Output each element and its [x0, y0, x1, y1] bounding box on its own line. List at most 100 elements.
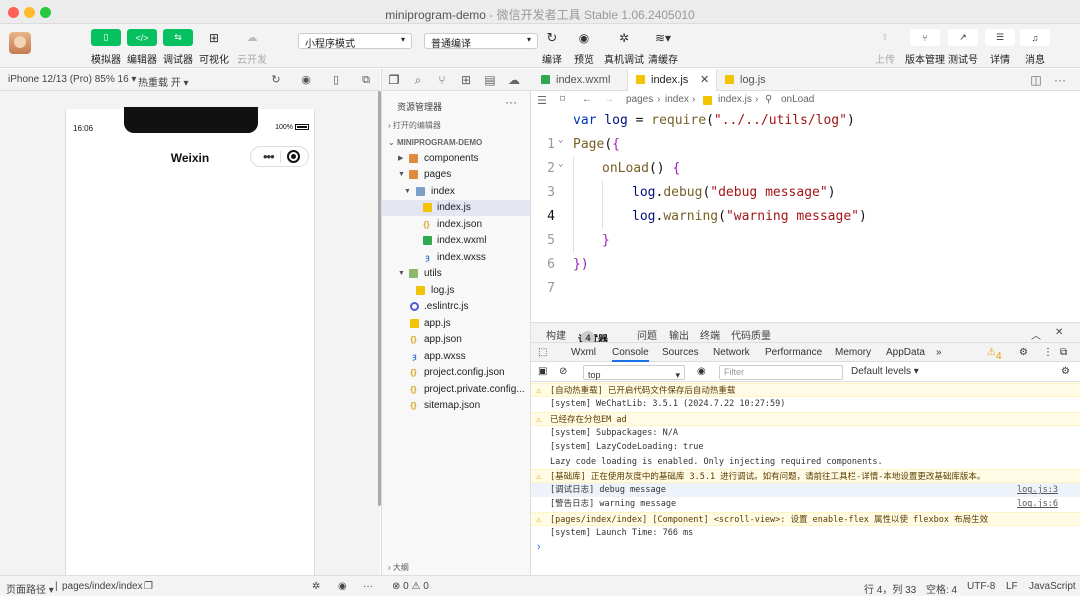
cursor-position[interactable]: 行 4，列 33: [864, 581, 916, 596]
chevron-down-icon[interactable]: ⌄: [558, 128, 563, 152]
clear-cache-button[interactable]: ≋▾ 清缓存: [648, 29, 678, 67]
close-icon[interactable]: ✕: [1055, 327, 1063, 338]
project-section[interactable]: ⌄ MINIPROGRAM-DEMO: [382, 135, 530, 151]
context-select[interactable]: top ▾: [583, 365, 685, 380]
tree-item-index-folder[interactable]: ▼ index: [382, 184, 530, 200]
tab-index-wxml[interactable]: index.wxml: [531, 69, 627, 91]
tree-item-app-js[interactable]: app.js: [382, 316, 530, 332]
problems-count[interactable]: ⊗ 0 ⚠ 0: [392, 581, 429, 592]
more-icon[interactable]: ···: [1053, 73, 1067, 87]
eye-icon[interactable]: ◉: [697, 366, 706, 377]
mode-select[interactable]: 小程序模式 ▾: [298, 33, 412, 50]
tab-code-quality[interactable]: 代码质量: [731, 327, 771, 342]
tab-output[interactable]: 输出: [669, 327, 689, 342]
tree-item-eslintrc[interactable]: .eslintrc.js: [382, 299, 530, 315]
back-arrow-icon[interactable]: ←: [582, 94, 592, 105]
tree-item-sitemap[interactable]: {} sitemap.json: [382, 398, 530, 414]
filter-input[interactable]: Filter: [719, 365, 843, 380]
more-tabs-button[interactable]: »: [936, 347, 942, 358]
tab-sources[interactable]: Sources: [662, 347, 699, 358]
outline-section[interactable]: › 大纲: [381, 562, 531, 575]
levels-select[interactable]: Default levels ▾: [851, 366, 919, 377]
compile-select[interactable]: 普通编译 ▾: [424, 33, 538, 50]
split-editor-icon[interactable]: ◫: [1029, 73, 1043, 87]
remote-debug-button[interactable]: ✲ 真机调试: [604, 29, 644, 67]
tree-item-index-wxss[interactable]: ȝ index.wxss: [382, 250, 530, 266]
more-icon[interactable]: •••: [263, 149, 275, 164]
close-icon[interactable]: ✕: [700, 69, 709, 91]
page-path-label[interactable]: 页面路径 ▾: [6, 581, 54, 596]
source-control-icon[interactable]: ⑂: [435, 73, 449, 87]
tree-item-index-wxml[interactable]: index.wxml: [382, 233, 530, 249]
phone-icon[interactable]: ▯: [330, 74, 342, 86]
breadcrumb-pages[interactable]: pages: [626, 94, 653, 105]
console-prompt[interactable]: ›: [537, 541, 541, 553]
debugger-button[interactable]: ⇆ 调试器: [163, 29, 193, 66]
cloud-icon[interactable]: ☁: [507, 73, 521, 87]
avatar[interactable]: [9, 32, 31, 54]
tree-item-index-json[interactable]: {} index.json: [382, 217, 530, 233]
tab-console[interactable]: Console: [612, 347, 649, 362]
forward-arrow-icon[interactable]: →: [604, 94, 614, 105]
messages-button[interactable]: ♫ 消息: [1020, 29, 1050, 66]
files-icon[interactable]: ❐: [387, 73, 401, 87]
compile-button[interactable]: ↻ 编译: [540, 29, 564, 67]
device-select[interactable]: iPhone 12/13 (Pro) 85% 16 ▾: [8, 74, 136, 85]
tab-appdata[interactable]: AppData: [886, 347, 925, 358]
stop-icon[interactable]: ◉: [300, 74, 312, 86]
details-button[interactable]: ☰ 详情: [985, 29, 1015, 66]
bug-icon[interactable]: ✲: [312, 581, 320, 592]
dock-icon[interactable]: ⧉: [1060, 347, 1067, 358]
tree-item-index-js[interactable]: index.js: [382, 200, 530, 216]
chevron-down-icon[interactable]: ⌄: [558, 152, 563, 176]
tab-build[interactable]: 构建: [546, 327, 566, 342]
tree-item-log-js[interactable]: log.js: [382, 283, 530, 299]
tab-network[interactable]: Network: [713, 347, 750, 358]
phone-screen[interactable]: 16:06 100% Weixin •••: [65, 107, 315, 575]
inspect-icon[interactable]: ⬚: [538, 347, 547, 358]
cloud-button[interactable]: ☁ 云开发: [237, 29, 267, 66]
source-link[interactable]: log.js:3: [1017, 483, 1058, 497]
tab-log-js[interactable]: log.js: [717, 69, 787, 91]
close-miniprogram-icon[interactable]: [287, 150, 300, 163]
capsule-menu[interactable]: •••: [250, 146, 309, 167]
breadcrumb-file[interactable]: index.js: [718, 94, 752, 105]
extensions-icon[interactable]: ⊞: [459, 73, 473, 87]
search-icon[interactable]: ⌕: [411, 73, 425, 87]
kebab-menu-icon[interactable]: ⋮: [1043, 347, 1053, 358]
tree-item-app-json[interactable]: {} app.json: [382, 332, 530, 348]
tab-wxml[interactable]: Wxml: [571, 347, 596, 358]
gear-icon[interactable]: ⚙: [1019, 347, 1028, 358]
panel-icon[interactable]: ▤: [483, 73, 497, 87]
tree-item-app-wxss[interactable]: ȝ app.wxss: [382, 349, 530, 365]
test-account-button[interactable]: ↗ 测试号: [948, 29, 978, 66]
window-icon[interactable]: ⧉: [360, 74, 372, 86]
tree-item-components[interactable]: ▶ components: [382, 151, 530, 167]
list-icon[interactable]: ☰: [537, 94, 547, 107]
clear-console-icon[interactable]: ⊘: [559, 366, 567, 377]
gear-icon[interactable]: ⚙: [1061, 366, 1070, 377]
breadcrumb-index[interactable]: index: [665, 94, 689, 105]
editor-button[interactable]: </> 编辑器: [127, 29, 157, 66]
eye-icon[interactable]: ◉: [338, 581, 347, 592]
chevron-up-icon[interactable]: ︿: [1031, 327, 1041, 342]
tab-memory[interactable]: Memory: [835, 347, 871, 358]
hot-reload-toggle[interactable]: 热重载 开 ▾: [138, 74, 189, 89]
warning-count[interactable]: ⚠ 4: [987, 347, 1002, 362]
preview-button[interactable]: ◉ 预览: [572, 29, 596, 67]
source-link[interactable]: log.js:6: [1017, 497, 1058, 511]
tab-performance[interactable]: Performance: [765, 347, 822, 358]
language-mode[interactable]: JavaScript: [1029, 581, 1076, 592]
code-editor[interactable]: 1 var log = require("../../utils/log") 2…: [531, 109, 1080, 317]
tree-item-pages[interactable]: ▼ pages: [382, 167, 530, 183]
end-of-line[interactable]: LF: [1006, 581, 1018, 592]
upload-button[interactable]: ⇧ 上传: [873, 29, 897, 66]
tab-problems[interactable]: 问题: [637, 327, 657, 342]
tree-item-project-private-config[interactable]: {} project.private.config...: [382, 382, 530, 398]
more-icon[interactable]: ···: [363, 581, 373, 592]
version-button[interactable]: ⑂ 版本管理: [905, 29, 945, 66]
breadcrumb-symbol[interactable]: onLoad: [781, 94, 814, 105]
copy-icon[interactable]: ❐: [144, 581, 153, 592]
tab-index-js[interactable]: index.js ✕: [627, 69, 717, 91]
visual-button[interactable]: ⊞ 可视化: [199, 29, 229, 67]
